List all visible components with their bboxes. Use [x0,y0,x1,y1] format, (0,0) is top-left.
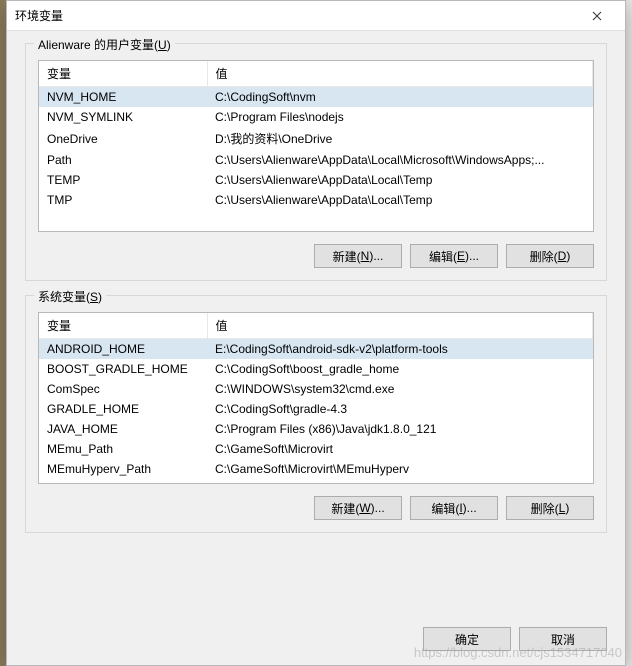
var-name-cell: NVM_SYMLINK [39,107,207,127]
table-row[interactable]: OneDriveD:\我的资料\OneDrive [39,127,593,150]
var-name-cell: BOOST_GRADLE_HOME [39,359,207,379]
var-value-cell: C:\GameSoft\Microvirt\MEmuHyperv [207,459,593,479]
system-vars-table: 变量 值 ANDROID_HOMEE:\CodingSoft\android-s… [39,313,593,479]
col-header-variable[interactable]: 变量 [39,61,207,87]
var-name-cell: MEmu_Path [39,439,207,459]
var-name-cell: OneDrive [39,127,207,150]
user-new-button[interactable]: 新建(N)... [314,244,402,268]
user-variables-group: Alienware 的用户变量(U) 变量 值 NVM_HOMEC:\Codin… [25,43,607,281]
table-row[interactable]: MEmuHyperv_PathC:\GameSoft\Microvirt\MEm… [39,459,593,479]
var-value-cell: C:\Program Files (x86)\Java\jdk1.8.0_121 [207,419,593,439]
table-row[interactable]: NVM_SYMLINKC:\Program Files\nodejs [39,107,593,127]
col-header-variable[interactable]: 变量 [39,313,207,339]
var-name-cell: GRADLE_HOME [39,399,207,419]
var-value-cell: C:\Users\Alienware\AppData\Local\Temp [207,170,593,190]
var-name-cell: TMP [39,190,207,210]
var-value-cell: C:\CodingSoft\gradle-4.3 [207,399,593,419]
var-name-cell: Path [39,150,207,170]
close-icon [592,11,602,21]
window-title: 环境变量 [15,7,577,24]
system-variables-group: 系统变量(S) 变量 值 ANDROID_HOMEE:\CodingSoft\a… [25,295,607,533]
table-row[interactable]: TMPC:\Users\Alienware\AppData\Local\Temp [39,190,593,210]
var-name-cell: ComSpec [39,379,207,399]
var-value-cell: C:\Program Files\nodejs [207,107,593,127]
table-row[interactable]: TEMPC:\Users\Alienware\AppData\Local\Tem… [39,170,593,190]
user-delete-button[interactable]: 删除(D) [506,244,594,268]
var-name-cell: JAVA_HOME [39,419,207,439]
dialog-footer: 确定 取消 [7,617,625,665]
table-row[interactable]: MEmu_PathC:\GameSoft\Microvirt [39,439,593,459]
user-buttons-row: 新建(N)... 编辑(E)... 删除(D) [38,244,594,268]
var-value-cell: C:\Users\Alienware\AppData\Local\Temp [207,190,593,210]
var-name-cell: MEmuHyperv_Path [39,459,207,479]
table-row[interactable]: PathC:\Users\Alienware\AppData\Local\Mic… [39,150,593,170]
var-name-cell: ANDROID_HOME [39,339,207,360]
var-value-cell: C:\GameSoft\Microvirt [207,439,593,459]
close-button[interactable] [577,2,617,30]
cancel-button[interactable]: 取消 [519,627,607,651]
system-delete-button[interactable]: 删除(L) [506,496,594,520]
var-value-cell: C:\WINDOWS\system32\cmd.exe [207,379,593,399]
table-row[interactable]: BOOST_GRADLE_HOMEC:\CodingSoft\boost_gra… [39,359,593,379]
table-row[interactable]: GRADLE_HOMEC:\CodingSoft\gradle-4.3 [39,399,593,419]
dialog-content: Alienware 的用户变量(U) 变量 值 NVM_HOMEC:\Codin… [7,31,625,617]
ok-button[interactable]: 确定 [423,627,511,651]
table-row[interactable]: ANDROID_HOMEE:\CodingSoft\android-sdk-v2… [39,339,593,360]
var-name-cell: NVM_HOME [39,87,207,108]
var-value-cell: E:\CodingSoft\android-sdk-v2\platform-to… [207,339,593,360]
system-buttons-row: 新建(W)... 编辑(I)... 删除(L) [38,496,594,520]
user-vars-table-container[interactable]: 变量 值 NVM_HOMEC:\CodingSoft\nvmNVM_SYMLIN… [38,60,594,232]
user-group-label: Alienware 的用户变量(U) [34,36,175,53]
var-value-cell: C:\CodingSoft\boost_gradle_home [207,359,593,379]
var-value-cell: D:\我的资料\OneDrive [207,127,593,150]
table-row[interactable]: ComSpecC:\WINDOWS\system32\cmd.exe [39,379,593,399]
table-row[interactable]: JAVA_HOMEC:\Program Files (x86)\Java\jdk… [39,419,593,439]
env-vars-dialog: 环境变量 Alienware 的用户变量(U) 变量 值 NVM_HOMEC:\… [6,0,626,666]
col-header-value[interactable]: 值 [207,61,593,87]
table-row[interactable]: NVM_HOMEC:\CodingSoft\nvm [39,87,593,108]
user-vars-table: 变量 值 NVM_HOMEC:\CodingSoft\nvmNVM_SYMLIN… [39,61,593,210]
system-edit-button[interactable]: 编辑(I)... [410,496,498,520]
var-value-cell: C:\CodingSoft\nvm [207,87,593,108]
var-name-cell: TEMP [39,170,207,190]
titlebar: 环境变量 [7,1,625,31]
user-edit-button[interactable]: 编辑(E)... [410,244,498,268]
col-header-value[interactable]: 值 [207,313,593,339]
var-value-cell: C:\Users\Alienware\AppData\Local\Microso… [207,150,593,170]
system-vars-table-container[interactable]: 变量 值 ANDROID_HOMEE:\CodingSoft\android-s… [38,312,594,484]
system-new-button[interactable]: 新建(W)... [314,496,402,520]
system-group-label: 系统变量(S) [34,288,106,305]
